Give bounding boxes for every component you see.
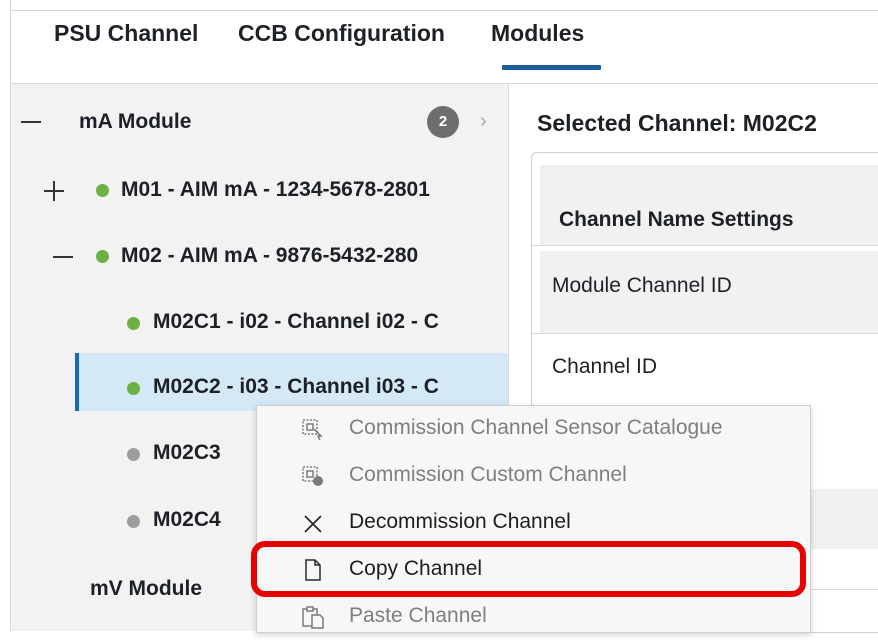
status-dot-icon xyxy=(127,317,140,330)
tree-item-label: M02C1 - i02 - Channel i02 - C xyxy=(153,310,439,333)
tree-item-label: M02C4 xyxy=(153,508,221,531)
count-badge: 2 xyxy=(427,106,459,138)
divider xyxy=(532,333,878,334)
tree-group-mv-module[interactable]: mV Module xyxy=(90,577,202,601)
menu-item-label: Commission Channel Sensor Catalogue xyxy=(349,416,723,439)
menu-item-label: Copy Channel xyxy=(349,557,483,580)
collapse-icon[interactable] xyxy=(53,256,73,258)
field-label: Channel ID xyxy=(552,355,658,378)
status-dot-icon xyxy=(127,382,140,395)
divider xyxy=(532,245,878,246)
active-tab-indicator xyxy=(502,65,601,70)
status-dot-icon xyxy=(127,448,140,461)
settings-section-header: Channel Name Settings xyxy=(540,165,878,245)
menu-item-commission-sensor-catalogue[interactable]: Commission Channel Sensor Catalogue xyxy=(257,406,810,452)
close-x-icon xyxy=(304,515,322,533)
menu-item-label: Decommission Channel xyxy=(349,510,571,533)
expand-icon-vertical xyxy=(53,181,55,201)
menu-item-copy-channel[interactable]: Copy Channel xyxy=(257,547,810,593)
menu-item-label: Commission Custom Channel xyxy=(349,463,627,486)
tab-modules[interactable]: Modules xyxy=(491,20,584,47)
tab-ccb-configuration[interactable]: CCB Configuration xyxy=(238,20,445,47)
paste-icon xyxy=(302,606,324,629)
commission-custom-icon xyxy=(302,466,323,486)
tree-item-label: M01 - AIM mA - 1234-5678-2801 xyxy=(121,178,430,201)
field-row-module-channel-id: Module Channel ID xyxy=(540,251,878,333)
context-menu: Commission Channel Sensor Catalogue Comm… xyxy=(256,405,811,633)
menu-item-label: Paste Channel xyxy=(349,604,487,627)
commission-catalogue-icon xyxy=(302,419,323,441)
status-dot-icon xyxy=(96,250,109,263)
tree-item-label: M02C3 xyxy=(153,441,221,464)
tree-group-label: mA Module xyxy=(79,110,192,133)
field-label: Module Channel ID xyxy=(552,274,732,297)
field-row-channel-id: Channel ID xyxy=(540,335,878,405)
collapse-icon[interactable] xyxy=(21,121,41,123)
menu-item-commission-custom-channel[interactable]: Commission Custom Channel xyxy=(257,453,810,499)
selected-channel-title: Selected Channel: M02C2 xyxy=(537,110,817,136)
selection-indicator xyxy=(75,353,79,411)
tree-item-label: M02 - AIM mA - 9876-5432-280 xyxy=(121,244,419,267)
status-dot-icon xyxy=(96,184,109,197)
section-title: Channel Name Settings xyxy=(559,208,794,231)
document-icon xyxy=(305,559,321,581)
status-dot-icon xyxy=(127,515,140,528)
menu-item-decommission-channel[interactable]: Decommission Channel xyxy=(257,500,810,546)
chevron-right-icon[interactable]: › xyxy=(480,110,487,133)
tree-item-label: M02C2 - i03 - Channel i03 - C xyxy=(153,375,439,398)
menu-item-paste-channel[interactable]: Paste Channel xyxy=(257,594,810,640)
tab-psu-channel[interactable]: PSU Channel xyxy=(54,20,198,47)
